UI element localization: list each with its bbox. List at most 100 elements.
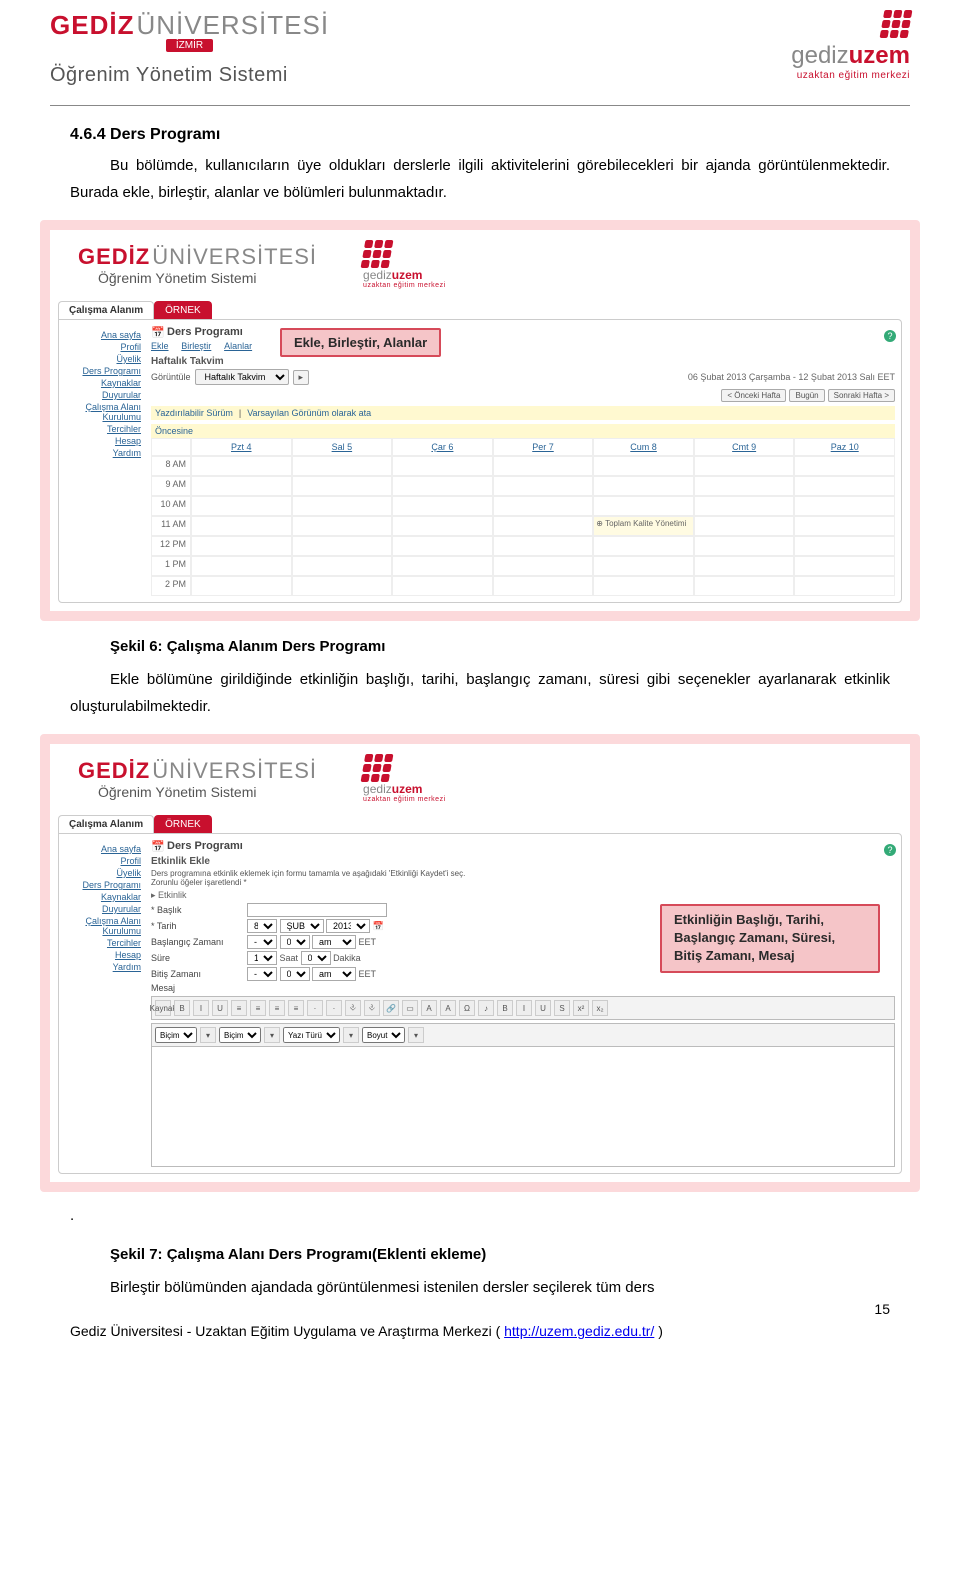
day-sat[interactable]: Cmt 9 [694, 438, 795, 456]
link-ekle[interactable]: Ekle [151, 341, 169, 351]
calendar-cell[interactable] [694, 516, 795, 536]
editor-button[interactable]: Kaynak [155, 1000, 171, 1016]
calendar-cell[interactable] [191, 476, 292, 496]
sidebar-item-duyurular[interactable]: Duyurular [65, 390, 141, 400]
select-start-m[interactable]: 00 [280, 935, 310, 949]
view-select[interactable]: Haftalık Takvim [195, 369, 289, 385]
input-baslik[interactable] [247, 903, 387, 917]
sidebar-item-anasayfa[interactable]: Ana sayfa [65, 330, 141, 340]
editor-button[interactable]: ♪ [478, 1000, 494, 1016]
calendar-event[interactable]: ⊕ Toplam Kalite Yönetimi [593, 516, 694, 536]
editor-select[interactable]: Yazı Türü [283, 1027, 340, 1043]
select-month[interactable]: ŞUB [280, 919, 324, 933]
help-icon-2[interactable]: ? [884, 844, 896, 856]
prev-week-button[interactable]: < Önceki Hafta [721, 389, 786, 402]
help-icon[interactable]: ? [884, 330, 896, 342]
day-fri[interactable]: Cum 8 [593, 438, 694, 456]
calendar-cell[interactable] [794, 556, 895, 576]
editor-button[interactable]: U [535, 1000, 551, 1016]
editor-button[interactable]: ⎀ [345, 1000, 361, 1016]
calendar-cell[interactable] [292, 476, 393, 496]
select-end-h[interactable]: - [247, 967, 277, 981]
calendar-cell[interactable] [593, 496, 694, 516]
calendar-cell[interactable] [493, 556, 594, 576]
calendar-cell[interactable] [794, 456, 895, 476]
sidebar2-item-uyelik[interactable]: Üyelik [65, 868, 141, 878]
editor-button[interactable]: ≡ [231, 1000, 247, 1016]
editor-button[interactable]: ≡ [288, 1000, 304, 1016]
sidebar2-item-yardim[interactable]: Yardım [65, 962, 141, 972]
calendar-cell[interactable] [493, 536, 594, 556]
day-sun[interactable]: Paz 10 [794, 438, 895, 456]
calendar-cell[interactable] [191, 556, 292, 576]
sidebar2-item-tercihler[interactable]: Tercihler [65, 938, 141, 948]
calendar-cell[interactable] [794, 516, 895, 536]
calendar-cell[interactable] [694, 556, 795, 576]
editor-button[interactable]: ⎀ [364, 1000, 380, 1016]
editor-button[interactable]: B [497, 1000, 513, 1016]
calendar-cell[interactable] [191, 536, 292, 556]
editor-button[interactable]: I [193, 1000, 209, 1016]
calendar-cell[interactable] [392, 516, 493, 536]
calendar-cell[interactable] [694, 476, 795, 496]
sidebar2-item-hesap[interactable]: Hesap [65, 950, 141, 960]
editor-button[interactable]: S [554, 1000, 570, 1016]
calendar-cell[interactable] [191, 496, 292, 516]
calendar-cell[interactable] [292, 516, 393, 536]
next-week-button[interactable]: Sonraki Hafta > [828, 389, 895, 402]
calendar-cell[interactable] [191, 576, 292, 596]
calendar-cell[interactable] [292, 556, 393, 576]
calendar-cell[interactable] [392, 456, 493, 476]
select-start-h[interactable]: - [247, 935, 277, 949]
sidebar-item-ders-programi[interactable]: Ders Programı [65, 366, 141, 376]
select-end-ap[interactable]: am [312, 967, 356, 981]
day-mon[interactable]: Pzt 4 [191, 438, 292, 456]
tab-calisma-alanim[interactable]: Çalışma Alanım [58, 301, 154, 319]
calendar-cell[interactable] [493, 576, 594, 596]
day-thu[interactable]: Per 7 [493, 438, 594, 456]
chevron-down-icon[interactable]: ▾ [264, 1027, 280, 1043]
calendar-cell[interactable] [593, 456, 694, 476]
sidebar2-item-ders-programi[interactable]: Ders Programı [65, 880, 141, 890]
calendar-cell[interactable] [794, 576, 895, 596]
day-tue[interactable]: Sal 5 [292, 438, 393, 456]
calendar-cell[interactable] [493, 516, 594, 536]
sidebar-item-hesap[interactable]: Hesap [65, 436, 141, 446]
tab2-calisma-alanim[interactable]: Çalışma Alanım [58, 815, 154, 833]
calendar-cell[interactable] [392, 576, 493, 596]
select-day[interactable]: 8 [247, 919, 277, 933]
calendar-cell[interactable] [694, 576, 795, 596]
calendar-cell[interactable] [191, 516, 292, 536]
editor-button[interactable]: A [421, 1000, 437, 1016]
calendar-cell[interactable] [191, 456, 292, 476]
link-alanlar[interactable]: Alanlar [224, 341, 252, 351]
calendar-cell[interactable] [292, 456, 393, 476]
editor-button[interactable]: · [326, 1000, 342, 1016]
editor-button[interactable]: ≡ [250, 1000, 266, 1016]
editor-button[interactable]: x₂ [592, 1000, 608, 1016]
tab2-ornek[interactable]: ÖRNEK [154, 815, 212, 833]
calendar-cell[interactable] [593, 476, 694, 496]
select-year[interactable]: 2013 [326, 919, 370, 933]
chevron-down-icon[interactable]: ▾ [200, 1027, 216, 1043]
select-dur-m[interactable]: 00 [301, 951, 331, 965]
calendar-cell[interactable] [794, 496, 895, 516]
day-wed[interactable]: Çar 6 [392, 438, 493, 456]
calendar-cell[interactable] [694, 456, 795, 476]
sidebar-item-yardim[interactable]: Yardım [65, 448, 141, 458]
sidebar2-item-duyurular[interactable]: Duyurular [65, 904, 141, 914]
tab-ornek[interactable]: ÖRNEK [154, 301, 212, 319]
editor-button[interactable]: 🔗 [383, 1000, 399, 1016]
editor-select[interactable]: Boyut [362, 1027, 405, 1043]
calendar-cell[interactable] [292, 496, 393, 516]
link-birlestir[interactable]: Birleştir [181, 341, 211, 351]
editor-button[interactable]: U [212, 1000, 228, 1016]
sidebar-item-profil[interactable]: Profil [65, 342, 141, 352]
printable-link[interactable]: Yazdırılabilir Sürüm [155, 408, 233, 418]
editor-button[interactable]: A [440, 1000, 456, 1016]
sidebar-item-uyelik[interactable]: Üyelik [65, 354, 141, 364]
calendar-cell[interactable] [292, 576, 393, 596]
sidebar-item-tercihler[interactable]: Tercihler [65, 424, 141, 434]
calendar-cell[interactable] [794, 536, 895, 556]
editor-button[interactable]: Ω [459, 1000, 475, 1016]
